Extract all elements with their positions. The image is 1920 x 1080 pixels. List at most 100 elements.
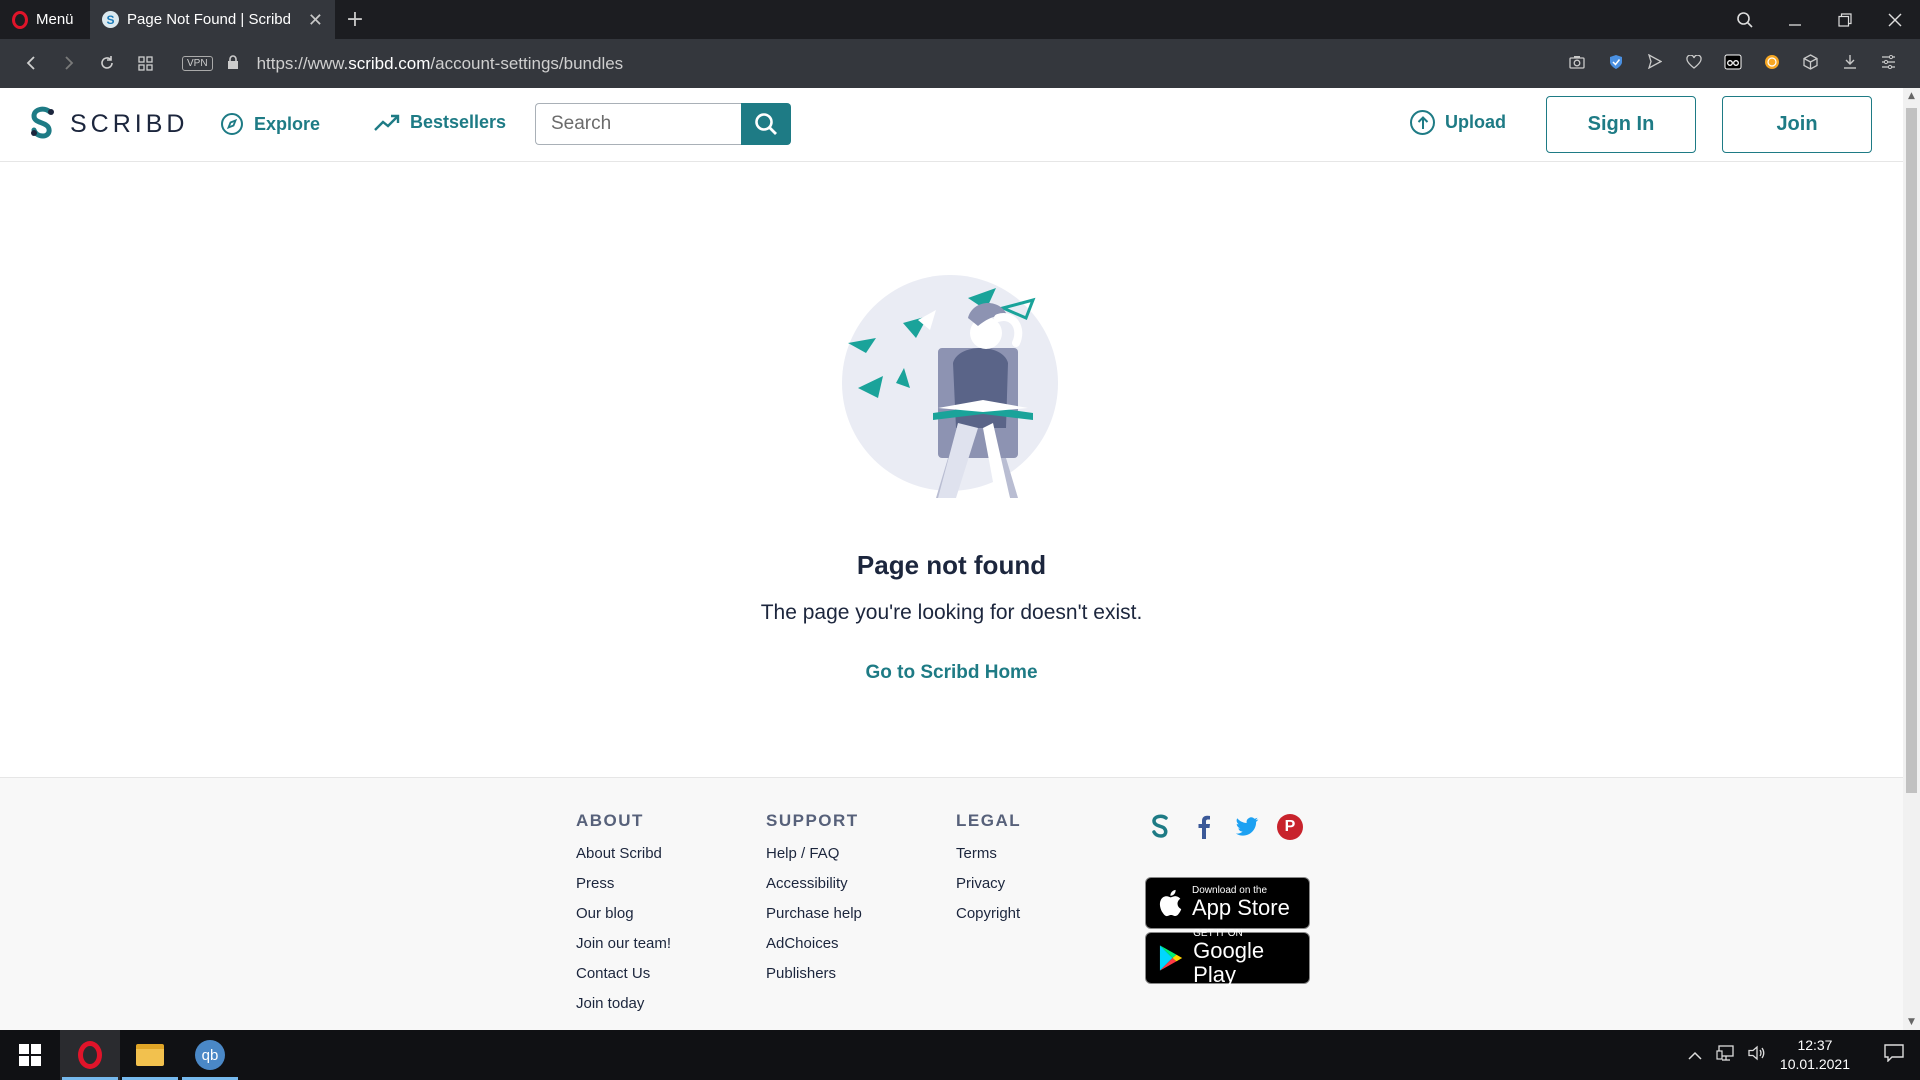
easy-setup-menu-icon[interactable] xyxy=(1869,54,1908,74)
footer-link-contact-us[interactable]: Contact Us xyxy=(576,965,671,982)
taskbar-opera[interactable] xyxy=(60,1030,120,1080)
send-arrow-icon[interactable] xyxy=(1635,53,1674,74)
site-footer: ABOUT About Scribd Press Our blog Join o… xyxy=(0,777,1903,1030)
lock-icon[interactable] xyxy=(227,54,239,73)
clock-time: 12:37 xyxy=(1797,1037,1833,1053)
network-icon[interactable] xyxy=(1716,1045,1734,1065)
minimize-icon[interactable] xyxy=(1770,0,1820,39)
footer-link-terms[interactable]: Terms xyxy=(956,845,1021,862)
clock-date: 10.01.2021 xyxy=(1779,1056,1850,1072)
extensions-cube-icon[interactable] xyxy=(1791,53,1830,74)
footer-support-column: SUPPORT Help / FAQ Accessibility Purchas… xyxy=(766,811,862,995)
bestsellers-label: Bestsellers xyxy=(410,112,507,132)
upload-arrow-icon xyxy=(1410,110,1435,135)
footer-link-join-today[interactable]: Join today xyxy=(576,995,671,1012)
web-page: SCRIBD Explore Bestsellers Upload Sign I… xyxy=(0,88,1903,1030)
close-tab-icon[interactable]: ✕ xyxy=(308,11,323,29)
heart-icon[interactable] xyxy=(1674,53,1713,74)
footer-about-column: ABOUT About Scribd Press Our blog Join o… xyxy=(576,811,671,1025)
adblock-shield-icon[interactable] xyxy=(1596,54,1635,74)
footer-legal-column: LEGAL Terms Privacy Copyright xyxy=(956,811,1021,935)
logo-text: SCRIBD xyxy=(70,109,189,138)
google-play-badge[interactable]: GET IT ON Google Play xyxy=(1145,929,1310,987)
browser-search-icon[interactable] xyxy=(1720,0,1770,39)
footer-link-join-our-team[interactable]: Join our team! xyxy=(576,935,671,952)
footer-link-help-faq[interactable]: Help / FAQ xyxy=(766,845,862,862)
footer-link-copyright[interactable]: Copyright xyxy=(956,905,1021,922)
system-clock[interactable]: 12:37 10.01.2021 xyxy=(1780,1036,1850,1074)
active-tab[interactable]: S Page Not Found | Scribd ✕ xyxy=(90,0,335,39)
taskbar-file-explorer[interactable] xyxy=(120,1030,180,1080)
tab-title: Page Not Found | Scribd xyxy=(127,11,291,28)
speed-dial-grid-icon[interactable] xyxy=(126,52,164,76)
window-controls xyxy=(1720,0,1920,39)
volume-icon[interactable] xyxy=(1748,1045,1766,1065)
upload-button[interactable]: Upload xyxy=(1410,110,1506,135)
tray-chevron-up-icon[interactable] xyxy=(1688,1046,1702,1065)
scroll-up-arrow-icon[interactable]: ▲ xyxy=(1903,91,1920,101)
search-input[interactable] xyxy=(535,103,741,145)
upload-label: Upload xyxy=(1445,112,1506,132)
site-header: SCRIBD Explore Bestsellers Upload Sign I… xyxy=(0,88,1903,162)
scrollbar-thumb[interactable] xyxy=(1906,108,1917,793)
search-box xyxy=(535,103,791,145)
facebook-icon[interactable] xyxy=(1191,814,1217,840)
footer-support-heading: SUPPORT xyxy=(766,811,859,830)
footer-about-heading: ABOUT xyxy=(576,811,644,830)
address-bar: VPN https://www.scribd.com/account-setti… xyxy=(0,39,1920,88)
app-store-badge[interactable]: Download on the App Store xyxy=(1145,877,1310,929)
page-not-found-description: The page you're looking for doesn't exis… xyxy=(760,601,1143,624)
footer-link-purchase-help[interactable]: Purchase help xyxy=(766,905,862,922)
search-button[interactable] xyxy=(741,103,791,145)
search-icon xyxy=(755,113,777,135)
footer-link-about-scribd[interactable]: About Scribd xyxy=(576,845,671,862)
go-home-link[interactable]: Go to Scribd Home xyxy=(0,662,1903,684)
opera-taskbar-icon xyxy=(78,1041,102,1069)
reload-icon[interactable] xyxy=(88,52,126,76)
opera-logo-icon xyxy=(12,10,28,29)
footer-link-privacy[interactable]: Privacy xyxy=(956,875,1021,892)
start-button[interactable] xyxy=(0,1030,60,1080)
new-tab-plus-icon[interactable]: + xyxy=(335,0,375,39)
footer-link-adchoices[interactable]: AdChoices xyxy=(766,935,862,952)
close-window-icon[interactable] xyxy=(1870,0,1920,39)
google-play-text: GET IT ON Google Play xyxy=(1193,929,1309,987)
footer-link-publishers[interactable]: Publishers xyxy=(766,965,862,982)
vpn-badge[interactable]: VPN xyxy=(182,56,213,71)
scribd-social-icon[interactable] xyxy=(1148,814,1174,840)
sign-in-button[interactable]: Sign In xyxy=(1546,96,1696,153)
opera-menu-button[interactable]: Menü xyxy=(0,0,90,39)
extension-glasses-icon[interactable] xyxy=(1713,54,1752,74)
crypto-wallet-coin-icon[interactable] xyxy=(1752,54,1791,74)
download-icon[interactable] xyxy=(1830,54,1869,74)
footer-link-our-blog[interactable]: Our blog xyxy=(576,905,671,922)
twitter-icon[interactable] xyxy=(1234,814,1260,840)
url-field[interactable]: https://www.scribd.com/account-settings/… xyxy=(257,54,624,74)
scribd-logo-mark-icon xyxy=(31,106,54,139)
windows-taskbar: qb 12:37 10.01.2021 xyxy=(0,1030,1920,1080)
forward-icon[interactable] xyxy=(50,52,88,76)
back-icon[interactable] xyxy=(12,52,50,76)
windows-logo-icon xyxy=(19,1044,41,1066)
page-not-found-illustration xyxy=(842,275,1058,498)
page-scrollbar[interactable]: ▲ ▼ xyxy=(1903,88,1920,1030)
footer-link-press[interactable]: Press xyxy=(576,875,671,892)
join-button[interactable]: Join xyxy=(1722,96,1872,153)
taskbar-qbittorrent[interactable]: qb xyxy=(180,1030,240,1080)
scroll-down-arrow-icon[interactable]: ▼ xyxy=(1903,1017,1920,1027)
url-domain: scribd.com xyxy=(348,53,431,73)
bestsellers-nav-link[interactable]: Bestsellers xyxy=(374,112,506,133)
url-prefix: https://www. xyxy=(256,53,349,73)
google-play-large-text: Google Play xyxy=(1193,938,1265,987)
notifications-icon[interactable] xyxy=(1884,1043,1904,1067)
trending-up-icon xyxy=(374,114,400,131)
explore-label: Explore xyxy=(254,113,321,134)
pinterest-icon[interactable]: P xyxy=(1277,814,1303,840)
snapshot-camera-icon[interactable] xyxy=(1557,54,1596,74)
footer-link-accessibility[interactable]: Accessibility xyxy=(766,875,862,892)
menu-label: Menü xyxy=(36,11,74,28)
explore-nav-link[interactable]: Explore xyxy=(220,112,320,136)
scribd-logo[interactable]: SCRIBD xyxy=(28,106,188,142)
footer-legal-heading: LEGAL xyxy=(956,811,1022,830)
restore-icon[interactable] xyxy=(1820,0,1870,39)
